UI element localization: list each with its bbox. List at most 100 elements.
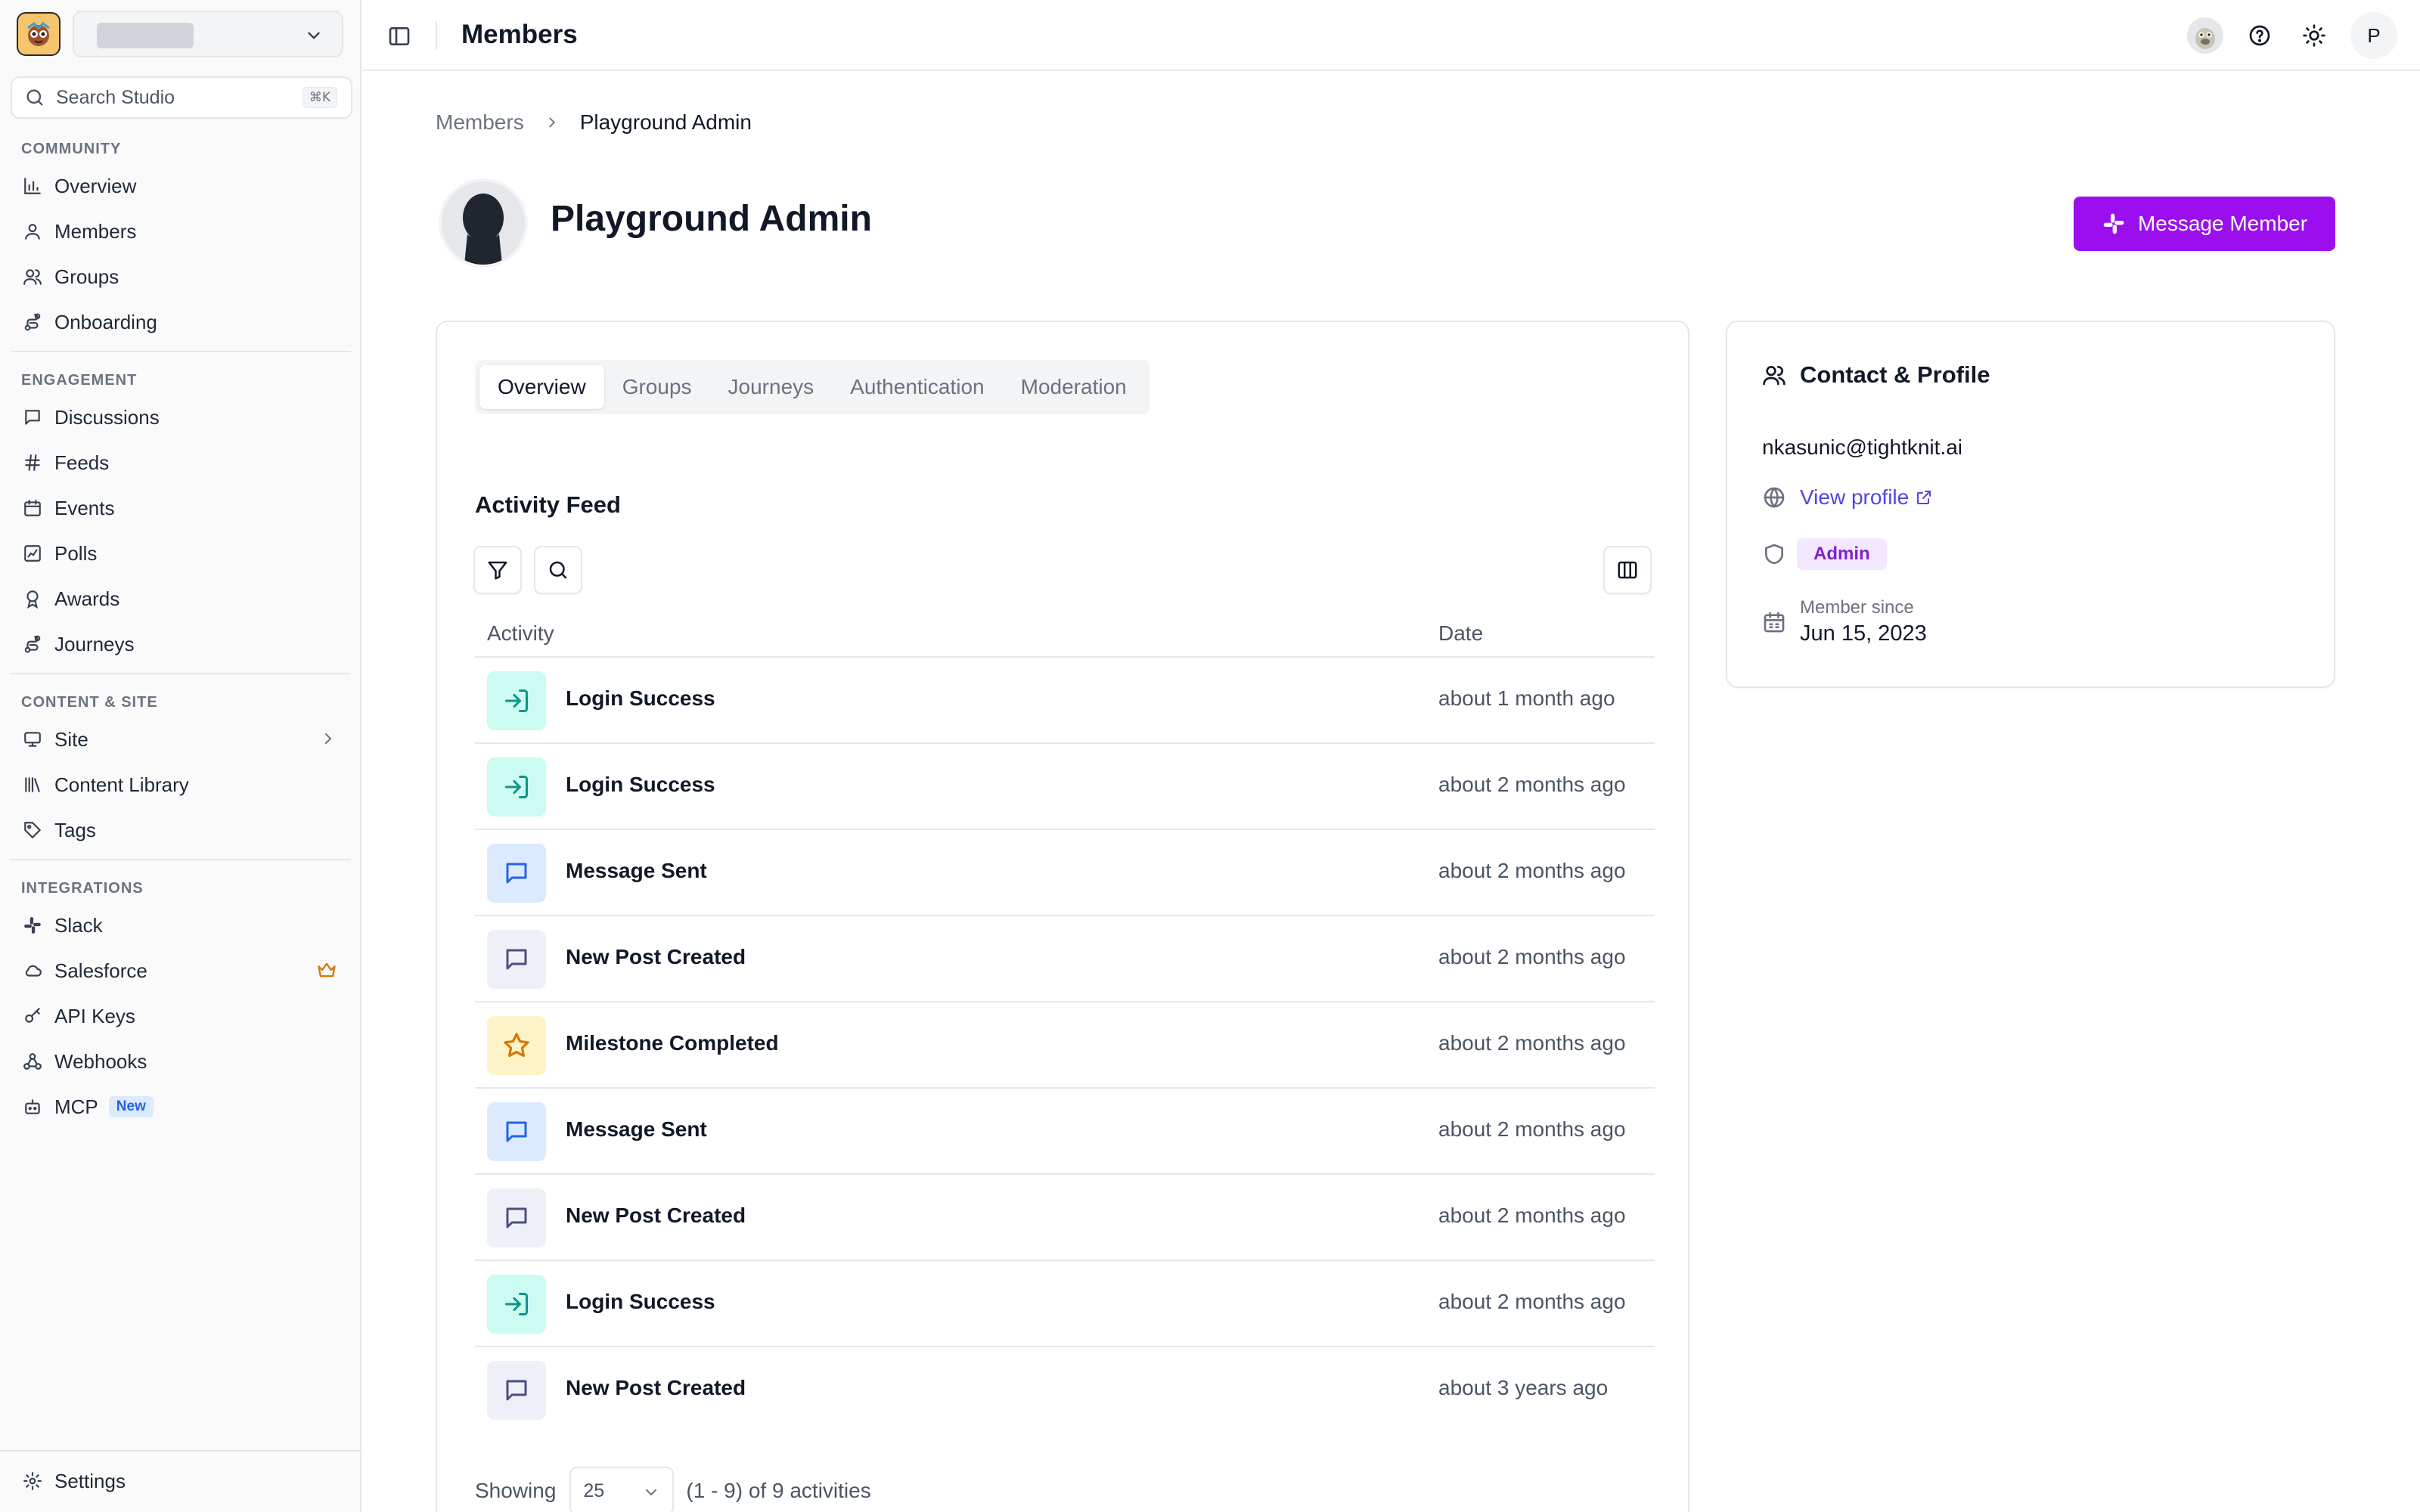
gear-icon (21, 1470, 44, 1492)
activity-date: about 1 month ago (1438, 686, 1615, 710)
table-row[interactable]: Login Success about 2 months ago (475, 744, 1655, 830)
sidebar-item-label: Slack (54, 913, 103, 937)
user-avatar[interactable]: P (2350, 12, 2397, 59)
message-member-label: Message Member (2137, 212, 2308, 235)
activity-date: about 3 years ago (1438, 1376, 1609, 1399)
cloud-icon (21, 959, 44, 982)
activity-label: Login Success (566, 686, 715, 710)
shield-icon (1762, 542, 1786, 566)
message-icon (487, 844, 546, 903)
hash-icon (21, 451, 44, 474)
workspace-logo-icon[interactable] (17, 12, 60, 56)
library-icon (21, 773, 44, 796)
crown-icon (316, 959, 337, 981)
sidebar-toggle-icon[interactable] (387, 24, 411, 48)
table-row[interactable]: Login Success about 1 month ago (475, 658, 1655, 744)
route-icon (21, 311, 44, 333)
calendar-icon (21, 497, 44, 519)
column-activity: Activity (487, 621, 554, 645)
search-activity-button[interactable] (534, 546, 582, 594)
sidebar-item-mcp[interactable]: MCP New (11, 1086, 351, 1127)
sidebar-item-webhooks[interactable]: Webhooks (11, 1041, 351, 1082)
profile-link-row: View profile (1762, 485, 1933, 510)
activity-label: Message Sent (566, 859, 707, 882)
sidebar-item-overview[interactable]: Overview (11, 166, 351, 206)
breadcrumb: Members Playground Admin (436, 110, 752, 135)
poll-icon (21, 542, 44, 565)
login-icon (487, 758, 546, 816)
sidebar-item-feeds[interactable]: Feeds (11, 442, 351, 483)
table-row[interactable]: New Post Created about 2 months ago (475, 916, 1655, 1002)
page-size-value: 25 (583, 1479, 605, 1501)
sidebar-item-onboarding[interactable]: Onboarding (11, 302, 351, 342)
pagination: Showing 25 (1 - 9) of 9 activities (475, 1467, 871, 1512)
sidebar-item-content-library[interactable]: Content Library (11, 764, 351, 805)
tab-moderation[interactable]: Moderation (1003, 365, 1145, 409)
sidebar-item-salesforce[interactable]: Salesforce (11, 950, 351, 991)
bar-chart-icon (21, 175, 44, 197)
activity-feed-title: Activity Feed (475, 491, 621, 518)
sidebar-item-label: Overview (54, 174, 137, 197)
filter-icon (486, 559, 509, 581)
help-icon[interactable] (2237, 13, 2282, 58)
breadcrumb-members-link[interactable]: Members (436, 110, 524, 135)
star-icon (487, 1016, 546, 1075)
sidebar-item-polls[interactable]: Polls (11, 533, 351, 574)
award-icon (21, 587, 44, 610)
sidebar-item-discussions[interactable]: Discussions (11, 397, 351, 438)
sidebar-item-journeys[interactable]: Journeys (11, 624, 351, 665)
post-icon (487, 1188, 546, 1247)
sidebar-item-tags[interactable]: Tags (11, 810, 351, 850)
activity-date: about 2 months ago (1438, 773, 1626, 796)
sidebar: Search Studio ⌘K COMMUNITY Overview Memb… (0, 0, 361, 1512)
tab-journeys[interactable]: Journeys (710, 365, 833, 409)
view-profile-label: View profile (1800, 485, 1910, 509)
table-header: Activity Date (475, 614, 1655, 658)
tab-authentication[interactable]: Authentication (832, 365, 1002, 409)
sidebar-item-label: Content Library (54, 773, 189, 796)
activity-table: Activity Date Login Success about 1 mont… (475, 614, 1655, 1433)
filter-button[interactable] (473, 546, 522, 594)
sidebar-item-site[interactable]: Site (11, 719, 351, 760)
post-icon (487, 1361, 546, 1420)
login-icon (487, 671, 546, 730)
table-row[interactable]: Milestone Completed about 2 months ago (475, 1002, 1655, 1089)
calendar-icon (1762, 610, 1786, 634)
route-icon (21, 633, 44, 655)
section-content-site: CONTENT & SITE (21, 694, 158, 711)
sidebar-item-label: Settings (54, 1469, 126, 1492)
search-input[interactable]: Search Studio ⌘K (11, 76, 352, 119)
sidebar-item-members[interactable]: Members (11, 211, 351, 252)
table-row[interactable]: Login Success about 2 months ago (475, 1261, 1655, 1347)
page-size-select[interactable]: 25 (569, 1467, 675, 1512)
activity-label: New Post Created (566, 1204, 746, 1227)
sidebar-item-api-keys[interactable]: API Keys (11, 996, 351, 1036)
sidebar-item-label: Salesforce (54, 959, 147, 982)
sidebar-item-events[interactable]: Events (11, 488, 351, 528)
message-member-button[interactable]: Message Member (2074, 197, 2335, 251)
table-row[interactable]: New Post Created about 2 months ago (475, 1175, 1655, 1261)
mascot-avatar[interactable] (2183, 13, 2228, 58)
table-row[interactable]: Message Sent about 2 months ago (475, 830, 1655, 916)
chevron-right-icon (544, 113, 560, 132)
login-icon (487, 1275, 546, 1334)
sun-icon[interactable] (2291, 13, 2337, 58)
tab-groups[interactable]: Groups (604, 365, 710, 409)
sidebar-item-awards[interactable]: Awards (11, 578, 351, 619)
chevron-down-icon (304, 26, 324, 45)
message-icon (487, 1102, 546, 1161)
sidebar-item-groups[interactable]: Groups (11, 256, 351, 297)
table-row[interactable]: New Post Created about 3 years ago (475, 1347, 1655, 1433)
tab-overview[interactable]: Overview (479, 365, 604, 409)
table-row[interactable]: Message Sent about 2 months ago (475, 1089, 1655, 1175)
view-profile-link[interactable]: View profile (1800, 485, 1933, 510)
member-since-value: Jun 15, 2023 (1800, 621, 1927, 646)
sidebar-item-settings[interactable]: Settings (11, 1461, 351, 1501)
contact-header: Contact & Profile (1762, 361, 1990, 389)
tag-icon (21, 819, 44, 841)
message-square-icon (21, 406, 44, 429)
sidebar-item-slack[interactable]: Slack (11, 905, 351, 946)
columns-icon (1616, 559, 1639, 581)
workspace-select[interactable] (73, 11, 343, 57)
columns-button[interactable] (1603, 546, 1652, 594)
